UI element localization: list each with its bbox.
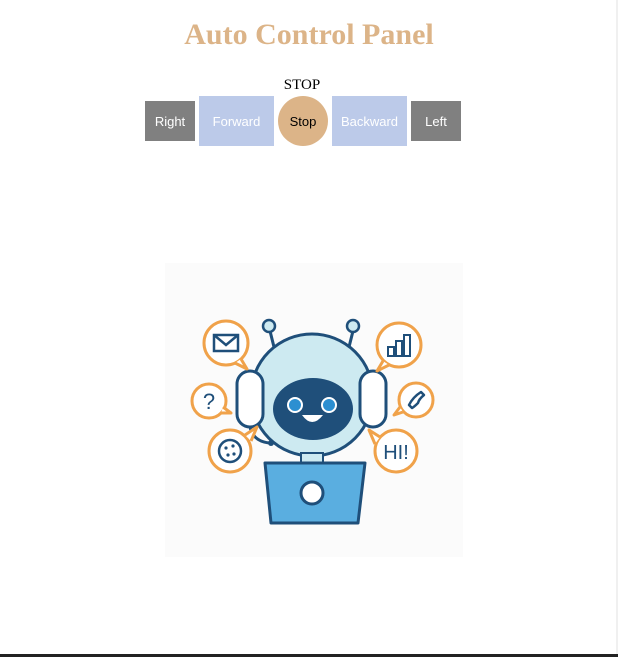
hi-bubble-text: HI! [383, 442, 409, 464]
question-mark-text: ? [203, 389, 215, 414]
right-button[interactable]: Right [145, 101, 195, 141]
chatbot-illustration: ? HI! [165, 263, 463, 557]
status-text: STOP [283, 77, 321, 93]
chatbot-robot-icon: ? HI! [165, 263, 463, 557]
laptop-icon [263, 461, 367, 525]
forward-button[interactable]: Forward [199, 96, 274, 146]
backward-button[interactable]: Backward [332, 96, 407, 146]
stop-button[interactable]: Stop [278, 96, 328, 146]
control-panel-page: Auto Control Panel STOP Right Forward St… [0, 0, 618, 657]
page-title: Auto Control Panel [184, 18, 434, 51]
left-button[interactable]: Left [411, 101, 461, 141]
